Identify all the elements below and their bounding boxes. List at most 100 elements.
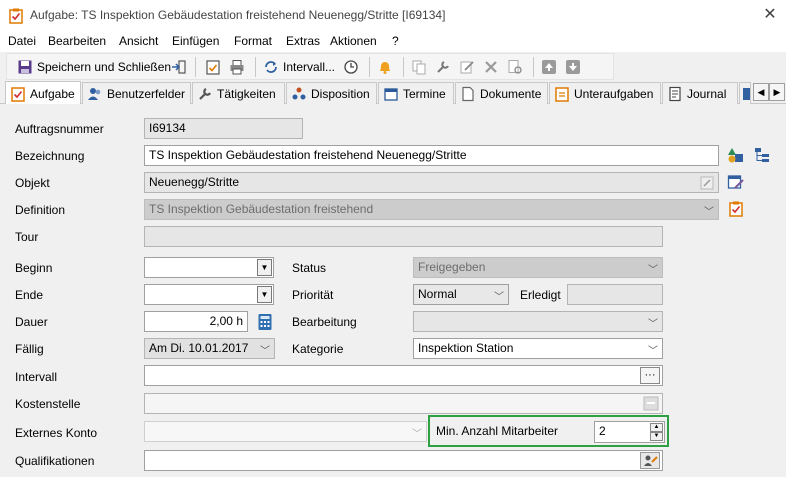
shapes-icon[interactable] (727, 146, 745, 164)
chevron-down-icon: ﹀ (704, 207, 714, 218)
menu-extras[interactable]: Extras (286, 34, 320, 48)
edit-button[interactable] (459, 57, 475, 77)
objekt-label: Objekt (15, 176, 50, 190)
edit-icon (460, 61, 474, 74)
close-icon[interactable]: ✕ (760, 5, 780, 25)
prioritaet-select[interactable]: Normal ﹀ (413, 284, 509, 305)
save-close-button[interactable]: Speichern und Schließen (17, 57, 171, 77)
tab-dokumente[interactable]: Dokumente (455, 82, 548, 104)
min-mitarbeiter-stepper[interactable]: 2 ▲ ▼ (594, 421, 665, 443)
erledigt-label: Erledigt (520, 288, 561, 302)
document-search-button[interactable] (507, 57, 523, 77)
recurrence-icon (265, 61, 277, 73)
bearbeitung-select[interactable]: ﹀ (413, 311, 663, 332)
prioritaet-value: Normal (418, 287, 457, 301)
externes-konto-label: Externes Konto (15, 426, 98, 440)
kategorie-label: Kategorie (292, 342, 344, 356)
previous-button[interactable] (541, 57, 557, 77)
faellig-select[interactable]: Am Di. 10.01.2017 ﹀ (144, 338, 275, 359)
dauer-input[interactable]: 2,00 h (144, 311, 248, 332)
toolbar-separator (369, 57, 370, 77)
task-copy-button[interactable] (205, 57, 221, 77)
erledigt-field (567, 284, 663, 305)
tab-label: Aufgabe (30, 86, 75, 101)
document-search-icon (508, 60, 522, 74)
auftragsnummer-label: Auftragsnummer (15, 122, 104, 136)
tab-termine[interactable]: Termine (378, 82, 454, 104)
tab-journal[interactable]: Journal (662, 82, 738, 104)
tab-strip: Aufgabe Benutzerfelder Tätigkeiten Dispo… (0, 81, 786, 105)
chevron-down-icon: ﹀ (648, 319, 658, 330)
menu-datei[interactable]: Datei (8, 34, 36, 48)
wrench-icon (437, 61, 449, 73)
copy-button[interactable] (411, 57, 427, 77)
menu-ansicht[interactable]: Ansicht (119, 34, 158, 48)
subtask-icon (555, 86, 569, 102)
tab-scroll-right-button[interactable]: ▶ (769, 83, 785, 101)
toolbar-separator (255, 57, 256, 77)
externes-konto-select: ﹀ (144, 421, 427, 442)
toolbar-separator (403, 57, 404, 77)
calculator-icon[interactable] (257, 313, 273, 331)
window-title: Aufgabe: TS Inspektion Gebäudestation fr… (30, 8, 446, 22)
schedule-button[interactable] (343, 57, 359, 77)
export-icon (172, 60, 186, 74)
tab-disposition[interactable]: Disposition (286, 82, 377, 104)
title-bar: Aufgabe: TS Inspektion Gebäudestation fr… (0, 0, 786, 31)
tree-structure-icon[interactable] (753, 146, 771, 164)
toolbar: Speichern und Schließen Intervall... (6, 53, 614, 80)
tab-aufgabe[interactable]: Aufgabe (5, 81, 81, 105)
toolbar-separator (533, 57, 534, 77)
tab-benutzerfelder[interactable]: Benutzerfelder (82, 82, 191, 104)
dropdown-arrow-icon[interactable]: ▼ (257, 259, 272, 276)
intervall-input[interactable]: ··· (144, 365, 663, 386)
tab-label: Journal (687, 86, 727, 101)
export-button[interactable] (171, 57, 187, 77)
journal-icon (669, 86, 681, 101)
clipboard-check-icon (206, 60, 220, 75)
menu-help[interactable]: ? (392, 34, 399, 48)
lookup-icon[interactable] (700, 176, 714, 190)
status-value: Freigegeben (418, 260, 486, 274)
dropdown-arrow-icon[interactable]: ▼ (257, 286, 272, 303)
tab-unteraufgaben[interactable]: Unteraufgaben (549, 82, 661, 104)
status-select: Freigegeben ﹀ (413, 257, 663, 278)
tab-taetigkeiten[interactable]: Tätigkeiten (192, 82, 285, 104)
tools-button[interactable] (435, 57, 451, 77)
calendar-icon (384, 87, 398, 101)
qualification-picker-icon[interactable] (640, 452, 660, 469)
ellipsis-button[interactable]: ··· (640, 367, 660, 384)
save-close-label: Speichern und Schließen (37, 60, 172, 74)
print-button[interactable] (229, 57, 245, 77)
stepper-down-icon[interactable]: ▼ (650, 432, 663, 441)
menu-bar: Datei Bearbeiten Ansicht Einfügen Format… (0, 31, 786, 52)
chevron-down-icon: ﹀ (260, 346, 270, 357)
delete-icon (485, 61, 497, 73)
menu-bearbeiten[interactable]: Bearbeiten (48, 34, 106, 48)
lookup-icon[interactable] (643, 396, 659, 411)
next-button[interactable] (565, 57, 581, 77)
beginn-datepicker[interactable]: ▼ (144, 257, 274, 278)
definition-select: TS Inspektion Gebäudestation freistehend… (144, 199, 719, 220)
toolbar-separator (195, 57, 196, 77)
disposition-icon (292, 87, 306, 99)
task-check-icon (11, 86, 25, 102)
task-check-icon[interactable] (727, 200, 745, 218)
delete-button[interactable] (483, 57, 499, 77)
bezeichnung-input[interactable]: TS Inspektion Gebäudestation freistehend… (144, 145, 719, 166)
tab-scroll-left-button[interactable]: ◀ (753, 83, 769, 101)
stepper-up-icon[interactable]: ▲ (650, 423, 663, 432)
menu-aktionen[interactable]: Aktionen (330, 34, 377, 48)
status-label: Status (292, 261, 327, 275)
reminder-button[interactable] (377, 57, 393, 77)
ende-datepicker[interactable]: ▼ (144, 284, 274, 305)
object-edit-icon[interactable] (727, 173, 745, 191)
min-mitarbeiter-value: 2 (599, 424, 606, 438)
intervall-button[interactable]: Intervall... (263, 57, 335, 77)
kostenstelle-label: Kostenstelle (15, 397, 81, 411)
menu-format[interactable]: Format (234, 34, 272, 48)
qualifikationen-field[interactable] (144, 450, 663, 471)
kategorie-select[interactable]: Inspektion Station ﹀ (413, 338, 663, 359)
tab-overflow[interactable] (739, 82, 751, 104)
menu-einfuegen[interactable]: Einfügen (172, 34, 219, 48)
